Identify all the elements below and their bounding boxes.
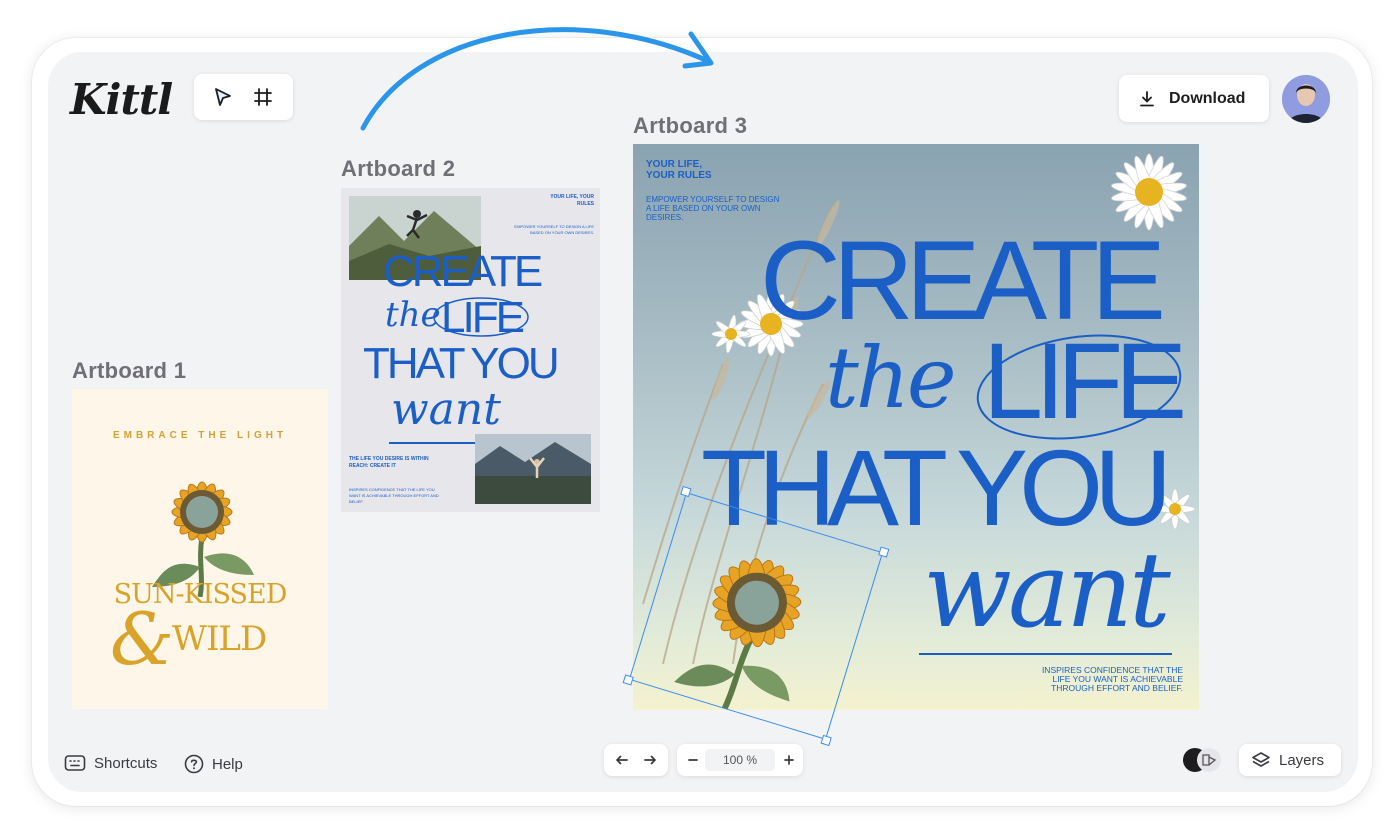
shortcuts-label: Shortcuts	[94, 754, 158, 772]
artboard-2-bottom-head: THE LIFE YOU DESIRE IS WITHIN REACH: CRE…	[349, 456, 429, 469]
user-portrait-icon	[1282, 75, 1330, 123]
zoom-out-button[interactable]	[683, 750, 703, 770]
redo-button[interactable]	[640, 751, 660, 769]
zoom-in-button[interactable]	[779, 750, 799, 770]
artboard-1[interactable]: EMBRACE THE LIGHT SUN-KISSED & WILD	[72, 389, 328, 709]
artboard-2-that-you: THAT YOU	[363, 339, 560, 388]
download-button[interactable]: Download	[1119, 75, 1269, 122]
artboard-3-the: the	[825, 329, 957, 427]
artboard-2-label: Artboard 2	[341, 156, 456, 181]
select-tool-button[interactable]	[208, 82, 238, 112]
artboard-3-sub-line2: A LIFE BASED ON YOUR OWN	[646, 204, 761, 213]
artboard-3-top-line1: YOUR LIFE,	[646, 159, 703, 170]
layers-icon	[1252, 752, 1270, 767]
artboard-3-label: Artboard 3	[633, 113, 748, 138]
artboard-1-label: Artboard 1	[72, 358, 187, 383]
artboard-2-create: CREATE	[383, 247, 543, 296]
artboard-3-foot-line3: THROUGH EFFORT AND BELIEF.	[1051, 683, 1183, 693]
frame-grid-icon	[254, 88, 272, 106]
artboard-2-want: want	[391, 384, 501, 435]
theme-toggle[interactable]	[1181, 746, 1223, 774]
artboard-1-tagline: EMBRACE THE LIGHT	[112, 430, 288, 441]
artboard-3-underline	[919, 653, 1172, 655]
download-icon	[1140, 90, 1154, 106]
help-circle-icon	[184, 754, 204, 774]
artboard-3-top-line2: YOUR RULES	[646, 170, 712, 181]
undo-icon	[616, 755, 628, 765]
cursor-arrow-icon	[215, 88, 231, 106]
download-label: Download	[1169, 89, 1246, 107]
minus-icon	[688, 759, 698, 761]
zoom-level-field[interactable]: 100 %	[705, 749, 775, 771]
dark-mode-toggle-icon	[1183, 748, 1221, 772]
artboard-2-life-circle	[433, 297, 529, 337]
sunflower-illustration	[152, 481, 254, 597]
shortcuts-button[interactable]: Shortcuts	[64, 754, 157, 772]
layers-button[interactable]: Layers	[1239, 744, 1341, 776]
help-label: Help	[212, 755, 243, 773]
undo-button[interactable]	[612, 751, 632, 769]
artboard-3-sub-line1: EMPOWER YOURSELF TO DESIGN	[646, 195, 780, 204]
artboard-2-corner-sub: EMPOWER YOURSELF TO DESIGN A LIFE BASED …	[514, 224, 594, 235]
artboard-2-bottom-sub: INSPIRES CONFIDENCE THAT THE LIFE YOU WA…	[349, 487, 439, 504]
tool-group	[194, 74, 293, 120]
keyboard-icon	[64, 755, 86, 771]
lake-arms-raised-photo	[475, 434, 591, 504]
zoom-controls: 100 %	[677, 744, 803, 776]
plus-icon	[784, 755, 794, 765]
frame-tool-button[interactable]	[248, 82, 278, 112]
help-button[interactable]: Help	[184, 754, 243, 774]
ampersand-ornament: &	[110, 597, 175, 681]
layers-label: Layers	[1279, 751, 1325, 769]
artboard-2-corner-top: YOUR LIFE, YOUR RULES	[550, 194, 594, 207]
user-avatar[interactable]	[1282, 75, 1330, 123]
artboard-3-want: want	[923, 529, 1171, 651]
artboard-3-life-circle	[976, 334, 1182, 440]
artboard-2[interactable]: YOUR LIFE, YOUR RULES EMPOWER YOURSELF T…	[341, 188, 600, 512]
artboard-3-sub-line3: DESIRES.	[646, 213, 684, 222]
kittl-logo[interactable]: Kittl	[70, 76, 173, 124]
history-controls	[604, 744, 668, 776]
artboard-1-title-line2: WILD	[172, 619, 267, 659]
redo-icon	[644, 755, 656, 765]
